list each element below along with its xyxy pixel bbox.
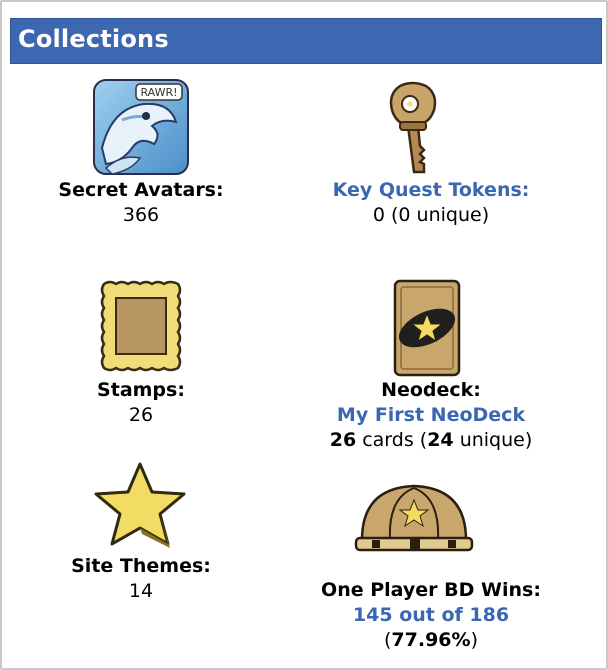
- site-themes-label: Site Themes:: [71, 555, 211, 577]
- neodeck-cell: Neodeck: My First NeoDeck 26 cards (24 u…: [302, 378, 560, 453]
- stamps-cell: Stamps: 26: [42, 378, 240, 428]
- neodeck-summary: 26 cards (24 unique): [330, 429, 533, 451]
- stamp-icon[interactable]: [94, 278, 188, 374]
- key-quest-link[interactable]: Key Quest Tokens:: [302, 178, 560, 203]
- key-quest-count: 0 (0 unique): [372, 204, 490, 226]
- bd-wins-percent: 77.96%: [391, 629, 471, 651]
- stamps-label: Stamps:: [97, 379, 185, 401]
- star-icon[interactable]: [90, 460, 190, 550]
- bd-wins-cell: One Player BD Wins: 145 out of 186 (77.9…: [292, 578, 570, 653]
- bd-wins-link[interactable]: 145 out of 186: [292, 603, 570, 628]
- bd-wins-close-paren: ): [470, 629, 478, 651]
- bd-wins-label: One Player BD Wins:: [321, 579, 541, 601]
- neodeck-label: Neodeck:: [381, 379, 481, 401]
- avatar-badge-text: RAWR!: [140, 86, 177, 99]
- secret-avatars-cell: Secret Avatars: 366: [22, 178, 260, 228]
- secret-avatars-count: 366: [122, 204, 160, 226]
- panel-header: Collections: [10, 18, 602, 64]
- neodeck-unique-word: unique): [453, 429, 533, 451]
- site-themes-cell: Site Themes: 14: [32, 554, 250, 604]
- collections-panel: Collections RAWR! Secret Avatars: 366 Ke…: [0, 0, 608, 670]
- avatar-icon[interactable]: RAWR!: [92, 78, 190, 176]
- battledome-icon[interactable]: [352, 480, 476, 556]
- panel-title: Collections: [18, 25, 169, 53]
- bd-wins-percent-line: (77.96%): [384, 629, 478, 651]
- neodeck-unique-count: 24: [427, 429, 454, 451]
- site-themes-count: 14: [128, 580, 154, 602]
- key-quest-cell: Key Quest Tokens: 0 (0 unique): [302, 178, 560, 228]
- secret-avatars-label: Secret Avatars:: [58, 179, 224, 201]
- neodeck-card-count: 26: [329, 429, 357, 451]
- key-icon[interactable]: [380, 78, 446, 178]
- neodeck-link[interactable]: My First NeoDeck: [302, 403, 560, 428]
- neodeck-card-icon[interactable]: [392, 278, 462, 378]
- stamps-count: 26: [128, 404, 154, 426]
- neodeck-cards-word: cards (: [356, 429, 428, 451]
